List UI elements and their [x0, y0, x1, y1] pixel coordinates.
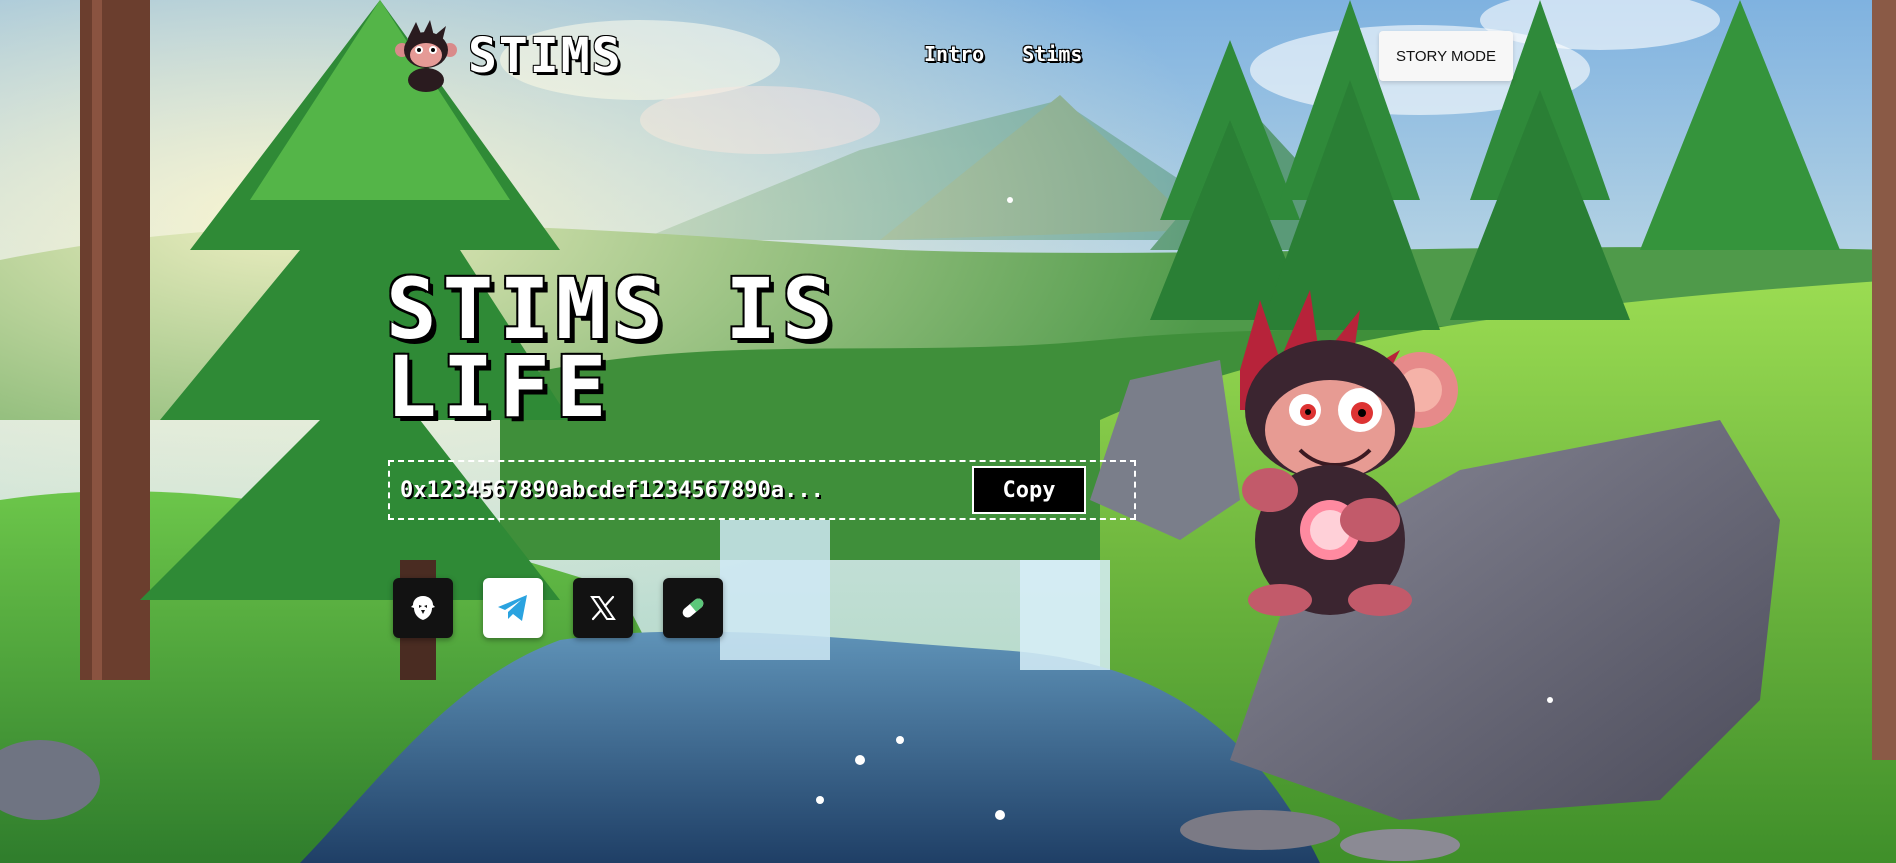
contract-address-box: 0x1234567890abcdef1234567890a... Copy — [388, 460, 1136, 520]
telegram-icon — [498, 595, 527, 621]
x-link[interactable] — [573, 578, 633, 638]
brand-logo[interactable]: STIMS — [394, 20, 623, 92]
hero-title: STIMS IS LIFE — [386, 260, 839, 436]
pill-link[interactable] — [663, 578, 723, 638]
contract-address[interactable]: 0x1234567890abcdef1234567890a... — [400, 478, 960, 503]
copy-button[interactable]: Copy — [972, 466, 1086, 514]
monkey-logo-icon — [395, 20, 457, 92]
pill-icon — [682, 598, 704, 618]
eagle-link[interactable] — [393, 578, 453, 638]
x-icon — [590, 595, 616, 621]
nav-item-intro[interactable]: Intro — [924, 42, 984, 66]
nav-item-stims[interactable]: Stims — [1022, 42, 1082, 66]
brand-name: STIMS — [468, 28, 623, 84]
top-nav: Intro Stims — [924, 42, 1082, 66]
social-links — [393, 578, 723, 638]
telegram-link[interactable] — [483, 578, 543, 638]
story-mode-button[interactable]: STORY MODE — [1379, 31, 1513, 81]
background-scene — [0, 0, 1896, 863]
eagle-icon — [411, 596, 435, 620]
